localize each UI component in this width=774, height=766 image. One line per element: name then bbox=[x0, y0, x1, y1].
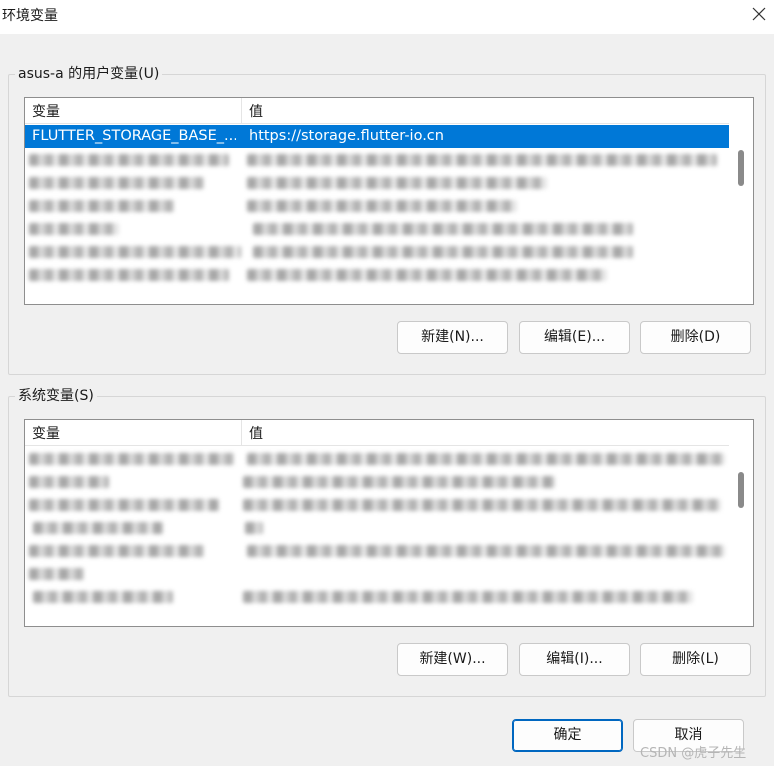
blurred-value bbox=[247, 269, 607, 281]
system-new-button[interactable]: 新建(W)... bbox=[397, 643, 508, 676]
column-header-variable[interactable]: 变量 bbox=[25, 420, 242, 446]
user-variables-list[interactable]: 变量 值 FLUTTER_STORAGE_BASE_... https://st… bbox=[24, 97, 754, 305]
blurred-name bbox=[29, 269, 229, 281]
list-header: 变量 值 bbox=[25, 420, 729, 446]
blurred-value bbox=[243, 499, 721, 511]
blurred-value bbox=[247, 177, 547, 189]
blurred-value bbox=[247, 545, 725, 557]
system-variables-rows bbox=[25, 447, 729, 608]
variable-value: https://storage.flutter-io.cn bbox=[249, 128, 444, 144]
blurred-value bbox=[247, 453, 725, 465]
system-variables-label: 系统变量(S) bbox=[15, 386, 97, 406]
blurred-value bbox=[253, 246, 633, 258]
blurred-name bbox=[29, 499, 219, 511]
user-variables-rows: FLUTTER_STORAGE_BASE_... https://storage… bbox=[25, 125, 729, 286]
blurred-value bbox=[247, 154, 717, 166]
system-variables-list[interactable]: 变量 值 bbox=[24, 419, 754, 627]
blurred-value bbox=[247, 200, 517, 212]
user-variables-group: asus-a 的用户变量(U) 变量 值 FLUTTER_STORAGE_BAS… bbox=[8, 64, 766, 375]
table-row[interactable] bbox=[25, 562, 729, 585]
system-edit-button[interactable]: 编辑(I)... bbox=[519, 643, 630, 676]
blurred-value bbox=[243, 476, 555, 488]
blurred-name bbox=[29, 453, 234, 465]
user-delete-button[interactable]: 删除(D) bbox=[640, 321, 751, 354]
table-row[interactable] bbox=[25, 493, 729, 516]
vertical-scrollbar[interactable] bbox=[729, 420, 753, 626]
table-row[interactable] bbox=[25, 447, 729, 470]
table-row[interactable] bbox=[25, 516, 729, 539]
blurred-name bbox=[29, 200, 174, 212]
blurred-name bbox=[29, 246, 241, 258]
blurred-value bbox=[253, 223, 633, 235]
list-header: 变量 值 bbox=[25, 98, 729, 124]
blurred-name bbox=[29, 177, 204, 189]
table-row[interactable] bbox=[25, 585, 729, 608]
column-header-value[interactable]: 值 bbox=[242, 420, 729, 446]
title-bar: 环境变量 bbox=[0, 0, 774, 34]
table-row[interactable] bbox=[25, 217, 729, 240]
user-edit-button[interactable]: 编辑(E)... bbox=[519, 321, 630, 354]
user-new-button[interactable]: 新建(N)... bbox=[397, 321, 508, 354]
blurred-name bbox=[29, 545, 204, 557]
column-header-value[interactable]: 值 bbox=[242, 98, 729, 124]
blurred-name bbox=[33, 591, 173, 603]
watermark: CSDN @虎子先生 bbox=[640, 746, 747, 761]
vertical-scrollbar[interactable] bbox=[729, 98, 753, 304]
ok-button[interactable]: 确定 bbox=[512, 719, 623, 752]
system-delete-button[interactable]: 删除(L) bbox=[640, 643, 751, 676]
blurred-name bbox=[29, 223, 119, 235]
column-header-variable[interactable]: 变量 bbox=[25, 98, 242, 124]
table-row[interactable] bbox=[25, 194, 729, 217]
variable-name: FLUTTER_STORAGE_BASE_... bbox=[32, 128, 236, 144]
system-variables-group: 系统变量(S) 变量 值 新建(W)... 编辑(I)... 删除(L) bbox=[8, 386, 766, 697]
blurred-name bbox=[29, 476, 109, 488]
blurred-name bbox=[33, 522, 163, 534]
table-row[interactable] bbox=[25, 539, 729, 562]
table-row[interactable]: FLUTTER_STORAGE_BASE_... https://storage… bbox=[25, 125, 729, 148]
close-icon[interactable] bbox=[751, 6, 767, 22]
blurred-name bbox=[29, 154, 229, 166]
blurred-value bbox=[245, 522, 263, 534]
window-title: 环境变量 bbox=[2, 8, 58, 24]
table-row[interactable] bbox=[25, 240, 729, 263]
table-row[interactable] bbox=[25, 470, 729, 493]
scrollbar-thumb[interactable] bbox=[738, 150, 744, 186]
table-row[interactable] bbox=[25, 171, 729, 194]
scrollbar-thumb[interactable] bbox=[738, 472, 744, 508]
table-row[interactable] bbox=[25, 148, 729, 171]
table-row[interactable] bbox=[25, 263, 729, 286]
user-variables-label: asus-a 的用户变量(U) bbox=[15, 64, 163, 84]
blurred-name bbox=[29, 568, 84, 580]
blurred-value bbox=[243, 591, 693, 603]
